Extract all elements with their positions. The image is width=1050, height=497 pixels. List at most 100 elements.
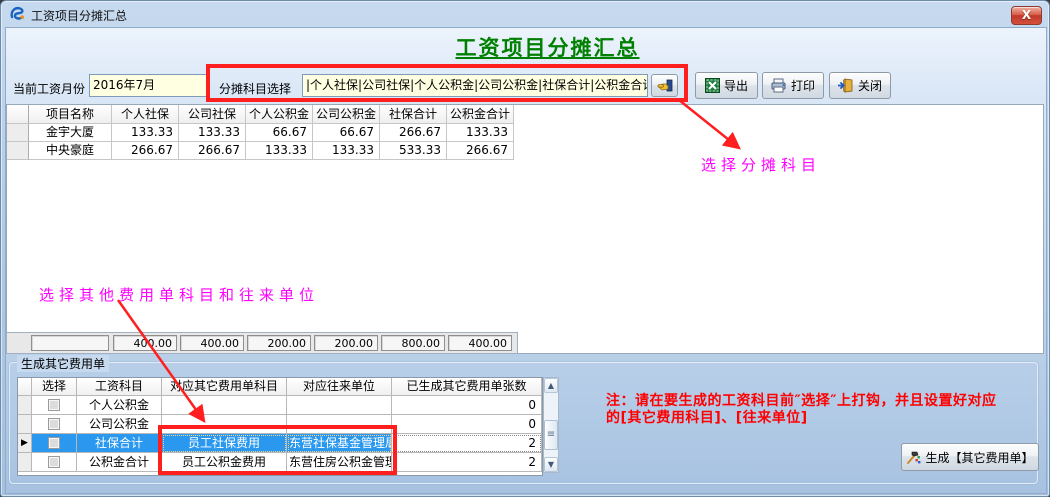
value-cell: 266.67 — [447, 142, 514, 160]
excel-icon — [705, 78, 720, 93]
current-month-label: 当前工资月份 — [13, 80, 85, 97]
expense-subject-cell[interactable]: 员工社保费用 — [162, 434, 287, 453]
table-row-selected[interactable]: ▶ 社保合计 员工社保费用 东营社保基金管理局 2 — [18, 434, 542, 453]
row-selector-cell[interactable] — [18, 415, 32, 434]
annotation-select-subject: 选择分摊科目 — [701, 154, 821, 175]
window-title: 工资项目分摊汇总 — [31, 7, 127, 24]
summary-grid: 项目名称 个人社保 公司社保 个人公积金 公司公积金 社保合计 公积金合计 金宇… — [6, 104, 1044, 354]
row-selector-cell[interactable] — [18, 453, 32, 472]
value-cell: 133.33 — [246, 142, 313, 160]
project-name-cell: 金宇大厦 — [29, 124, 112, 142]
total-cell: 200.00 — [247, 335, 311, 351]
total-cell: 800.00 — [381, 335, 445, 351]
value-cell: 133.33 — [112, 124, 179, 142]
page-title: 工资项目分摊汇总 — [1, 32, 1049, 62]
current-month-input[interactable]: 2016年7月 — [89, 74, 207, 97]
titlebar: 工资项目分摊汇总 X — [1, 1, 1049, 27]
export-button-label: 导出 — [724, 77, 748, 94]
generate-expense-button-label: 生成【其它费用单】 — [925, 449, 1033, 466]
table-row[interactable]: 金宇大厦 133.33 133.33 66.67 66.67 266.67 13… — [7, 124, 1043, 142]
close-form-button[interactable]: 关闭 — [829, 72, 891, 99]
row-checkbox[interactable] — [48, 399, 60, 411]
column-header[interactable]: 工资科目 — [77, 378, 162, 396]
column-header[interactable]: 项目名称 — [29, 105, 112, 124]
close-window-button[interactable]: X — [1011, 6, 1042, 25]
partner-cell[interactable]: 东营社保基金管理局 — [287, 434, 392, 453]
value-cell: 266.67 — [179, 142, 246, 160]
salary-item-cell[interactable]: 公司公积金 — [77, 415, 162, 434]
total-cell: 400.00 — [180, 335, 244, 351]
column-header[interactable]: 个人公积金 — [246, 105, 313, 124]
print-button-label: 打印 — [791, 77, 815, 94]
row-checkbox[interactable] — [48, 456, 60, 468]
subject-select-label: 分摊科目选择 — [219, 80, 291, 97]
partner-cell[interactable] — [287, 415, 392, 434]
scrollbar-thumb[interactable]: ≡ — [544, 420, 558, 450]
totals-empty-cell — [31, 335, 109, 351]
hammer-icon — [906, 450, 921, 465]
count-cell: 2 — [392, 434, 542, 453]
salary-item-cell[interactable]: 社保合计 — [77, 434, 162, 453]
total-cell: 200.00 — [314, 335, 378, 351]
column-header[interactable]: 公积金合计 — [447, 105, 514, 124]
close-form-button-label: 关闭 — [858, 77, 882, 94]
summary-header-row: 项目名称 个人社保 公司社保 个人公积金 公司公积金 社保合计 公积金合计 — [7, 105, 1043, 124]
count-cell: 2 — [392, 453, 542, 472]
value-cell: 133.33 — [179, 124, 246, 142]
generate-grid-scrollbar[interactable]: ▲ ≡ ▼ — [543, 377, 559, 473]
app-swirl-icon — [9, 5, 26, 22]
row-checkbox[interactable] — [48, 437, 60, 449]
select-hand-icon — [657, 78, 673, 93]
column-header[interactable]: 对应其它费用单科目 — [162, 378, 287, 396]
table-row[interactable]: 个人公积金 0 — [18, 396, 542, 415]
value-cell: 133.33 — [447, 124, 514, 142]
column-header[interactable]: 个人社保 — [112, 105, 179, 124]
column-header[interactable]: 选择 — [32, 378, 77, 396]
value-cell: 66.67 — [313, 124, 380, 142]
column-header[interactable]: 对应往来单位 — [287, 378, 392, 396]
value-cell: 133.33 — [313, 142, 380, 160]
scroll-up-icon[interactable]: ▲ — [544, 378, 558, 393]
subject-select-input[interactable]: |个人社保|公司社保|个人公积金|公司公积金|社保合计|公积金合计 — [302, 74, 648, 97]
scroll-down-icon[interactable]: ▼ — [544, 457, 558, 472]
expense-subject-cell[interactable]: 员工公积金费用 — [162, 453, 287, 472]
row-selector-cell[interactable] — [7, 142, 29, 160]
salary-item-cell[interactable]: 公积金合计 — [77, 453, 162, 472]
count-cell: 0 — [392, 415, 542, 434]
partner-cell[interactable]: 东营住房公积金管理 — [287, 453, 392, 472]
column-header[interactable]: 社保合计 — [380, 105, 447, 124]
export-button[interactable]: 导出 — [695, 72, 758, 99]
count-cell: 0 — [392, 396, 542, 415]
value-cell: 66.67 — [246, 124, 313, 142]
instruction-note: 注：请在要生成的工资科目前″选择″上打钩，并且设置好对应的[其它费用科目]、[往… — [606, 393, 1010, 427]
row-selector-cell[interactable] — [18, 396, 32, 415]
project-name-cell: 中央豪庭 — [29, 142, 112, 160]
row-selector-cell[interactable] — [7, 124, 29, 142]
door-exit-icon — [838, 78, 854, 93]
total-cell: 400.00 — [448, 335, 512, 351]
total-cell: 400.00 — [113, 335, 177, 351]
row-checkbox[interactable] — [48, 418, 60, 430]
generate-expense-button[interactable]: 生成【其它费用单】 — [901, 443, 1039, 471]
generate-group-title: 生成其它费用单 — [17, 355, 109, 372]
column-header[interactable]: 公司公积金 — [313, 105, 380, 124]
subject-picker-button[interactable] — [651, 74, 678, 97]
close-x-icon: X — [1022, 8, 1031, 22]
table-row[interactable]: 公积金合计 员工公积金费用 东营住房公积金管理 2 — [18, 453, 542, 472]
corner-cell — [18, 378, 32, 396]
partner-cell[interactable] — [287, 396, 392, 415]
expense-subject-cell[interactable] — [162, 396, 287, 415]
table-row[interactable]: 公司公积金 0 — [18, 415, 542, 434]
current-row-marker[interactable]: ▶ — [18, 434, 32, 453]
printer-icon — [771, 78, 787, 93]
salary-item-cell[interactable]: 个人公积金 — [77, 396, 162, 415]
column-header[interactable]: 已生成其它费用单张数 — [392, 378, 542, 396]
value-cell: 266.67 — [380, 124, 447, 142]
value-cell: 533.33 — [380, 142, 447, 160]
corner-cell — [7, 105, 29, 124]
column-header[interactable]: 公司社保 — [179, 105, 246, 124]
print-button[interactable]: 打印 — [762, 72, 824, 99]
table-row[interactable]: 中央豪庭 266.67 266.67 133.33 133.33 533.33 … — [7, 142, 1043, 160]
app-window: 工资项目分摊汇总 X 工资项目分摊汇总 当前工资月份 2016年7月 分摊科目选… — [0, 0, 1050, 497]
expense-subject-cell[interactable] — [162, 415, 287, 434]
